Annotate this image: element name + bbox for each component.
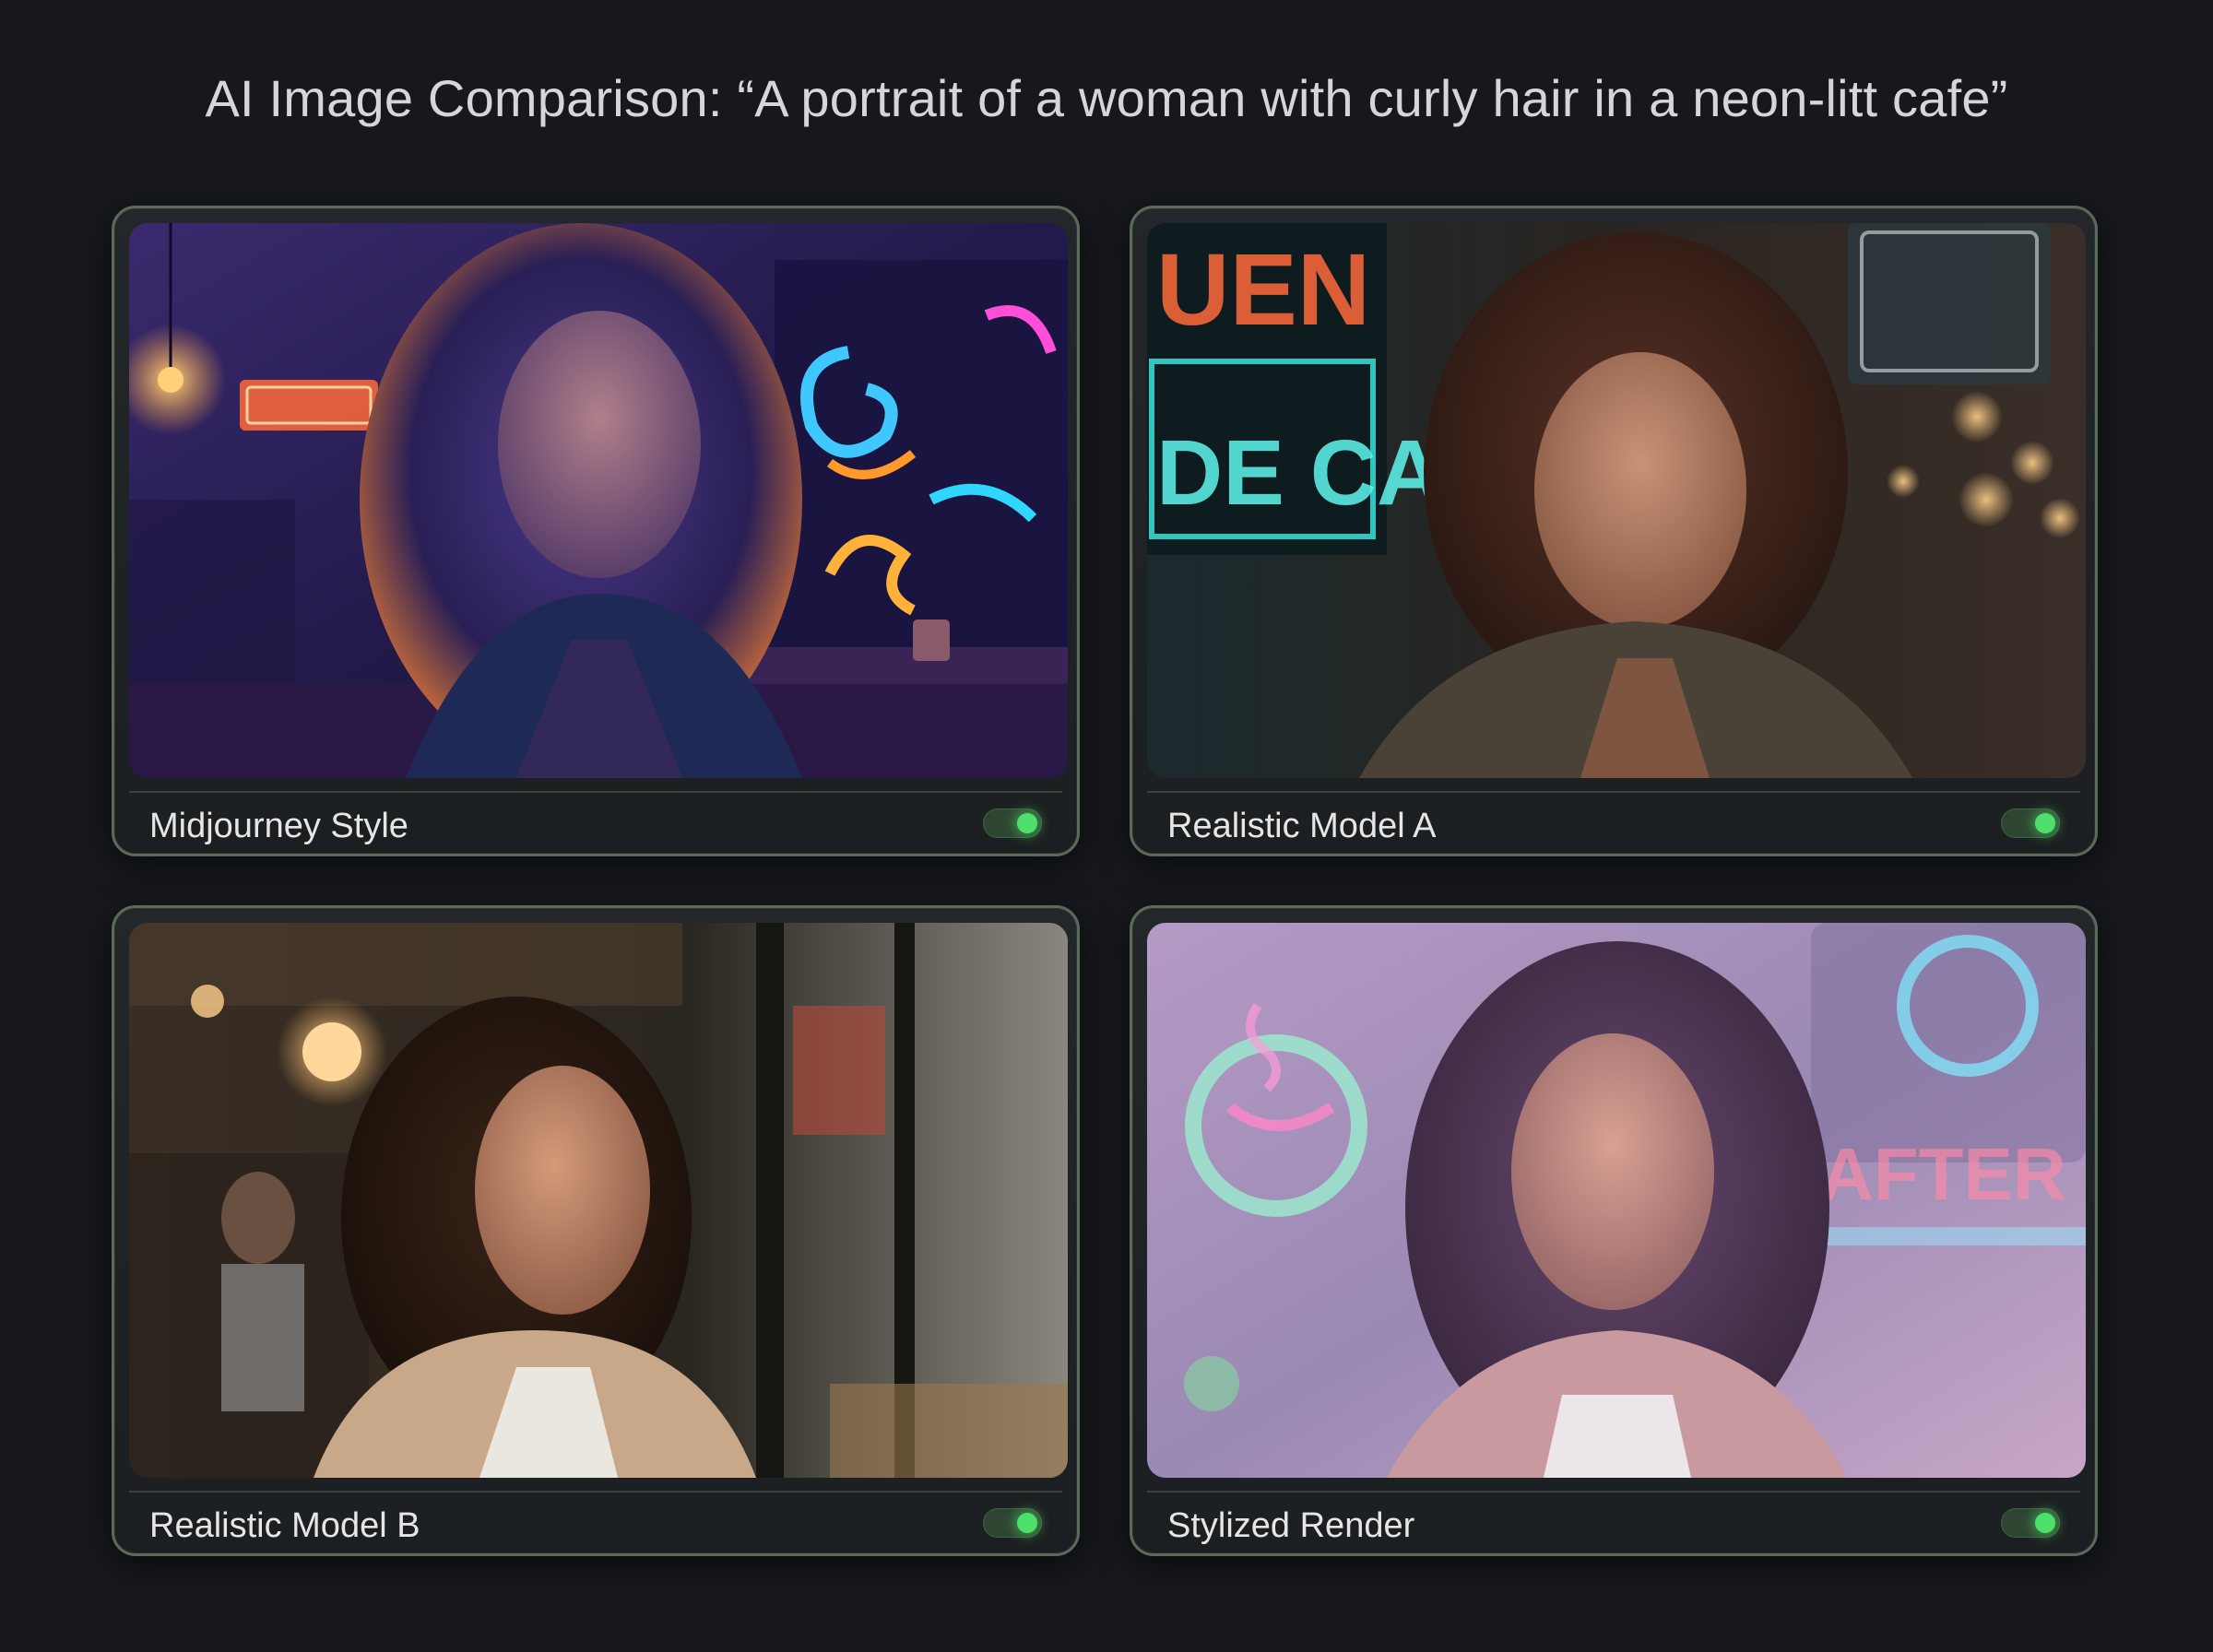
card-divider: [1147, 791, 2080, 793]
card-label: Realistic Model B: [149, 1506, 420, 1545]
visibility-toggle[interactable]: [983, 1508, 1042, 1538]
card-divider: [129, 791, 1062, 793]
comparison-card-realistic-a: UEN DE CAFE Realistic Model A: [1130, 206, 2098, 856]
visibility-toggle[interactable]: [2001, 808, 2060, 838]
card-label: Stylized Render: [1167, 1506, 1415, 1545]
comparison-card-realistic-b: Realistic Model B: [112, 905, 1080, 1556]
visibility-toggle[interactable]: [983, 808, 1042, 838]
toggle-knob: [1017, 813, 1037, 833]
svg-text:UEN: UEN: [1156, 233, 1370, 347]
visibility-toggle[interactable]: [2001, 1508, 2060, 1538]
card-label: Midjourney Style: [149, 807, 408, 845]
card-divider: [1147, 1491, 2080, 1493]
toggle-knob: [1017, 1513, 1037, 1533]
toggle-knob: [2035, 813, 2055, 833]
generated-image-stylized[interactable]: AFTER: [1147, 923, 2086, 1478]
toggle-knob: [2035, 1513, 2055, 1533]
generated-image-midjourney[interactable]: [129, 223, 1068, 778]
comparison-card-stylized: AFTER Stylized Render: [1130, 905, 2098, 1556]
svg-text:AFTER: AFTER: [1820, 1133, 2066, 1215]
generated-image-realistic-b[interactable]: [129, 923, 1068, 1478]
card-label: Realistic Model A: [1167, 807, 1437, 845]
generated-image-realistic-a[interactable]: UEN DE CAFE: [1147, 223, 2086, 778]
comparison-card-midjourney: Midjourney Style: [112, 206, 1080, 856]
card-divider: [129, 1491, 1062, 1493]
page-title: AI Image Comparison: “A portrait of a wo…: [205, 69, 2008, 127]
